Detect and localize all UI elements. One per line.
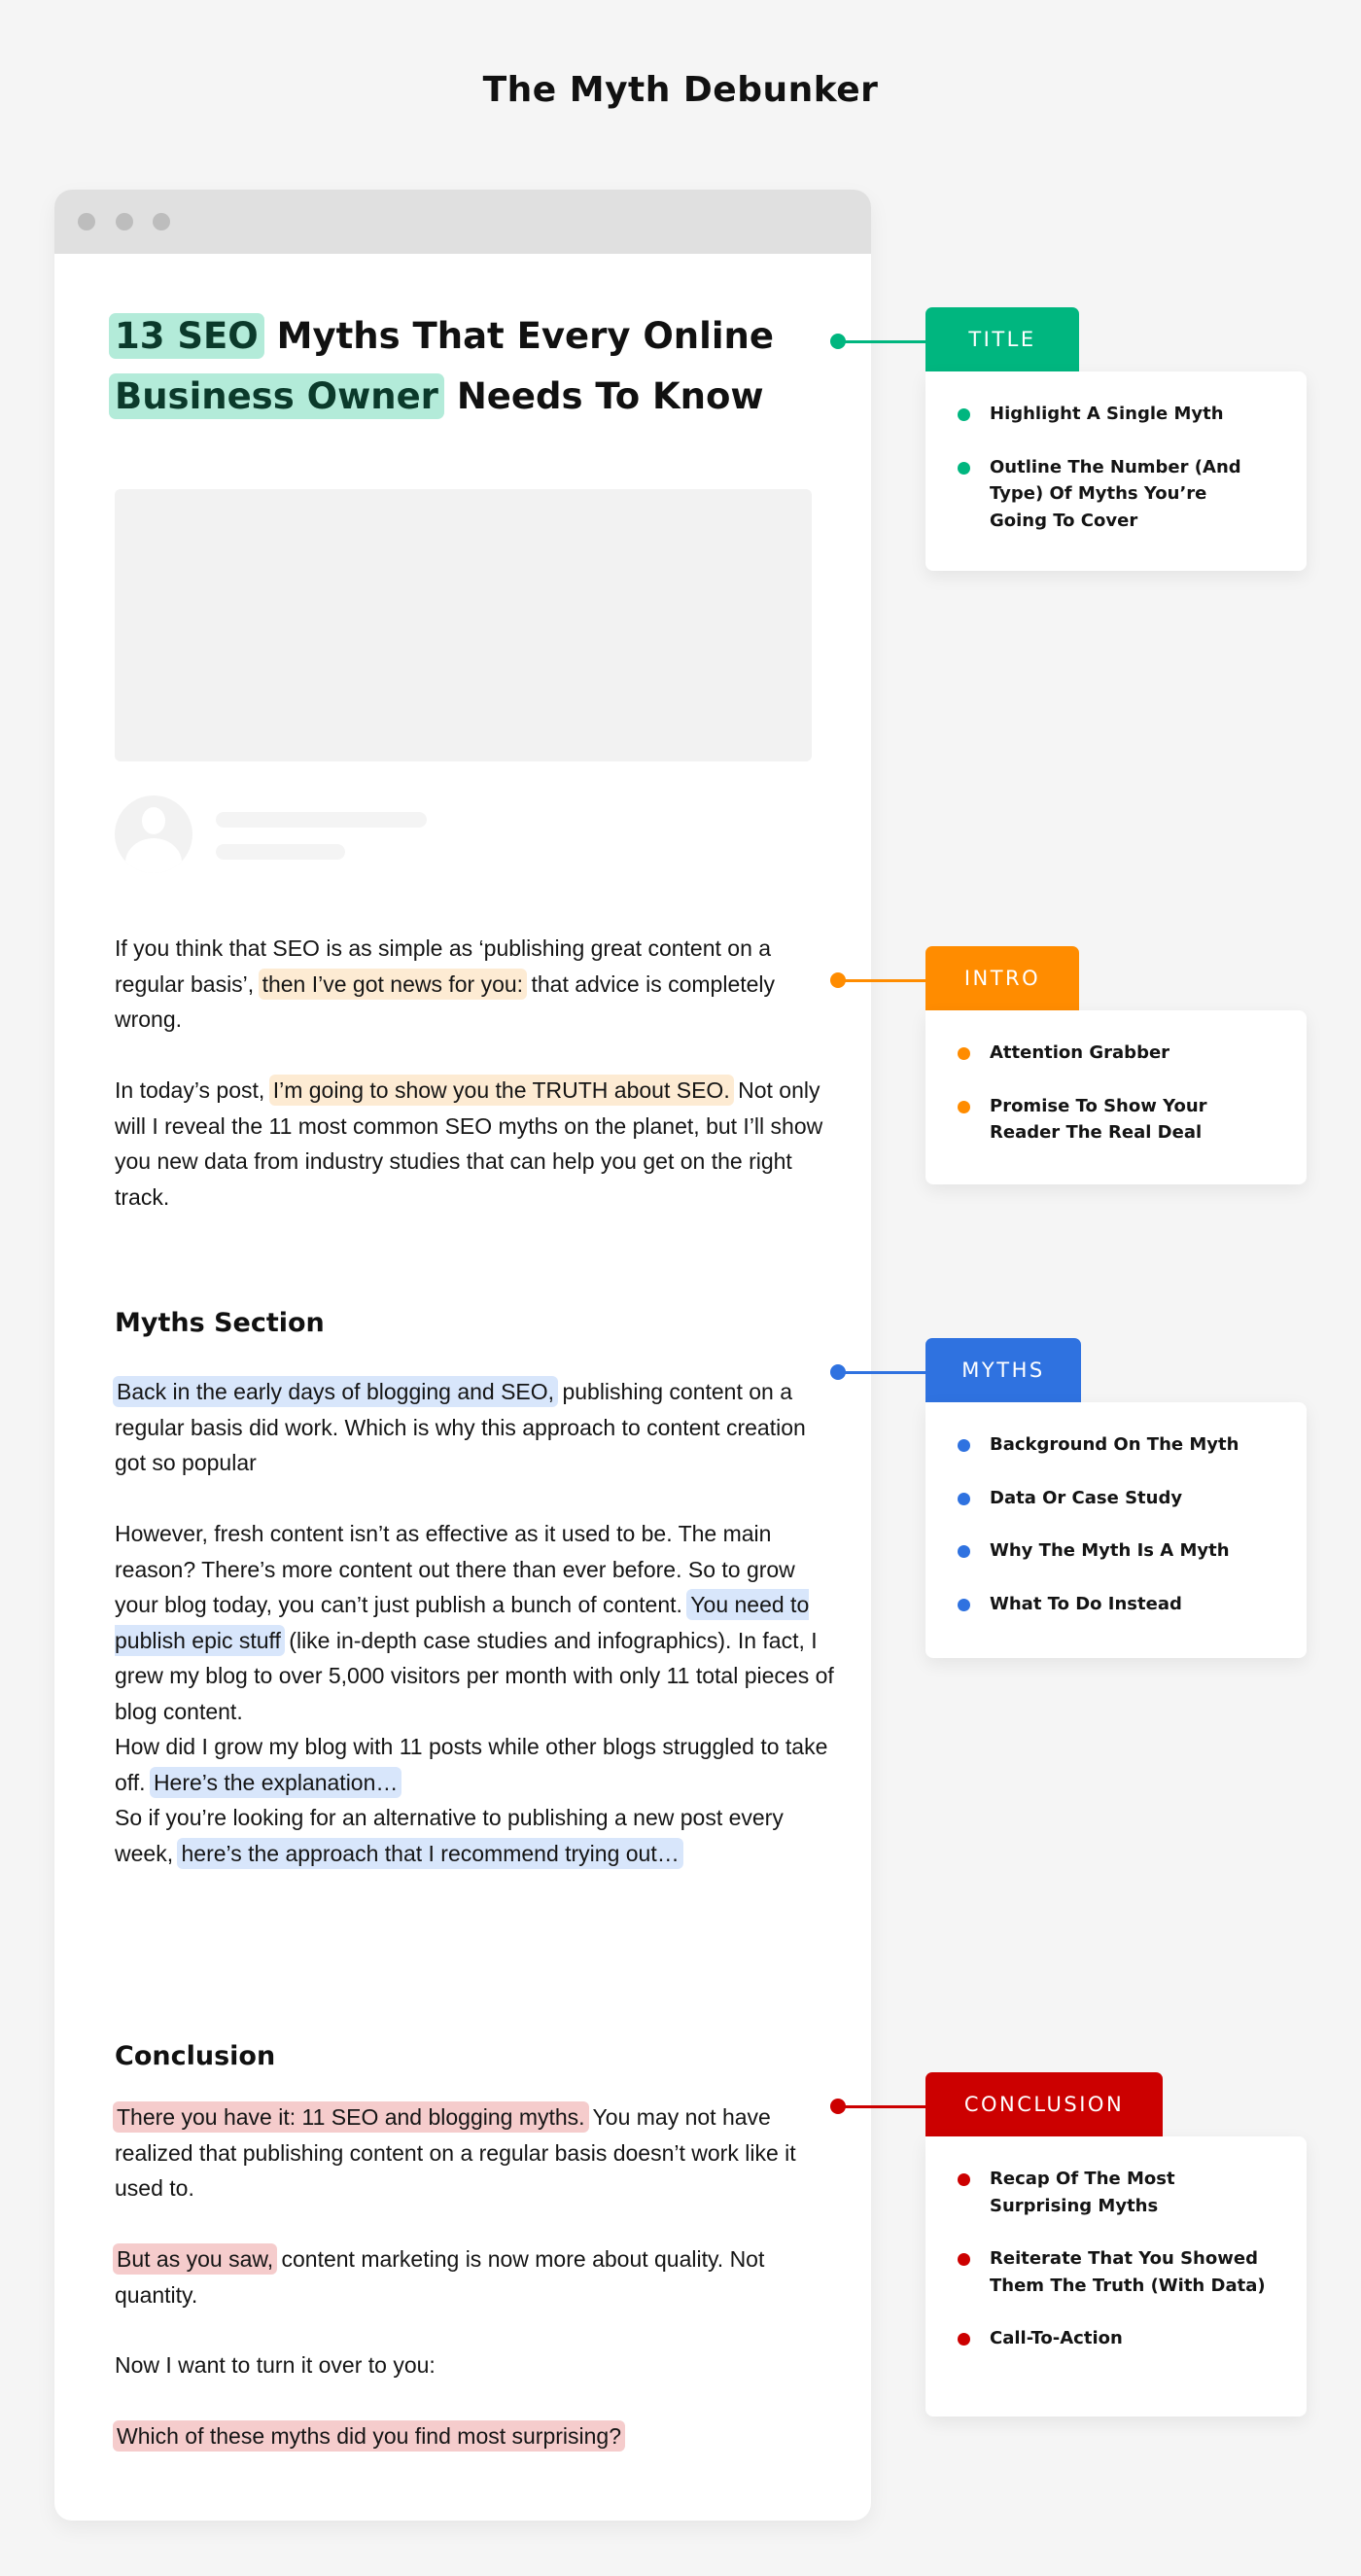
title-annotation-item: Outline The Number (And Type) Of Myths Y… [958,454,1287,535]
conclusion-highlight: Which of these myths did you find most s… [113,2420,626,2452]
myths-highlight: Here’s the explanation… [149,1766,402,1798]
bullet-icon [958,2253,970,2266]
intro-connector-line [838,979,925,982]
conclusion-highlight: But as you saw, [113,2243,278,2275]
conclusion-label-tab: CONCLUSION [925,2072,1163,2136]
myths-paragraph-1: Back in the early days of blogging and S… [113,1374,834,1481]
myths-label-tab: MYTHS [925,1338,1081,1402]
bullet-icon [958,1598,970,1611]
headline-text: Needs To Know [443,375,764,417]
conclusion-highlight: There you have it: 11 SEO and blogging m… [113,2101,589,2133]
conclusion-paragraph-1: There you have it: 11 SEO and blogging m… [113,2100,834,2206]
myths-annotation-item: Data Or Case Study [958,1485,1287,1512]
myths-paragraph-2: However, fresh content isn’t as effectiv… [115,1521,834,1724]
headline-highlight: 13 SEO [109,313,264,359]
window-dot-icon [116,213,133,230]
myths-annotation-item: Why The Myth Is A Myth [958,1537,1287,1565]
bullet-icon [958,408,970,421]
myths-paragraph-3: How did I grow my blog with 11 posts whi… [115,1729,834,1800]
article-headline: 13 SEO Myths That Every Online Business O… [109,306,789,427]
bullet-icon [958,1439,970,1452]
bullet-icon [958,2333,970,2346]
bullet-icon [958,1545,970,1558]
myths-annotation-item: Background On The Myth [958,1431,1287,1459]
bullet-icon [958,461,970,475]
myths-connector-line [838,1371,925,1374]
title-connector-line [838,340,925,343]
window-dot-icon [153,213,170,230]
intro-annotation-card: Attention Grabber Promise To Show Your R… [925,1010,1307,1184]
intro-highlight: I’m going to show you the TRUTH about SE… [268,1075,734,1106]
myths-annotation-item: What To Do Instead [958,1591,1287,1618]
myths-highlight: here’s the approach that I recommend try… [177,1837,683,1869]
myths-section-heading: Myths Section [115,1308,325,1338]
intro-annotation-item: Attention Grabber [958,1040,1287,1067]
conclusion-paragraph-2: But as you saw, content marketing is now… [113,2241,834,2312]
browser-titlebar [54,190,871,254]
conclusion-annotation-item: Reiterate That You Showed Them The Truth… [958,2245,1287,2299]
intro-paragraph-2: In today’s post, I’m going to show you t… [115,1073,834,1215]
browser-window: 13 SEO Myths That Every Online Business O… [54,190,871,2521]
conclusion-paragraph-4: Which of these myths did you find most s… [113,2418,834,2454]
title-annotation-card: Highlight A Single Myth Outline The Numb… [925,371,1307,571]
intro-paragraph-1: If you think that SEO is as simple as ‘p… [115,935,776,1032]
myths-paragraph-4: So if you’re looking for an alternative … [115,1800,834,1871]
headline-text: Myths That Every Online [263,315,774,357]
author-avatar-icon [115,795,192,873]
bullet-icon [958,2173,970,2186]
conclusion-paragraph-3: Now I want to turn it over to you: [115,2352,436,2378]
intro-highlight: then I’ve got news for you: [258,968,528,1000]
conclusion-annotation-item: Recap Of The Most Surprising Myths [958,2166,1287,2219]
title-annotation-item: Highlight A Single Myth [958,401,1287,428]
myths-highlight: Back in the early days of blogging and S… [113,1376,559,1407]
conclusion-annotation-item: Call-To-Action [958,2325,1287,2352]
intro-label-tab: INTRO [925,946,1079,1010]
bullet-icon [958,1047,970,1060]
title-label-tab: TITLE [925,307,1079,371]
page-title: The Myth Debunker [482,70,879,110]
bullet-icon [958,1492,970,1505]
headline-highlight: Business Owner [109,373,444,419]
conclusion-heading: Conclusion [115,2041,276,2071]
conclusion-connector-line [838,2105,925,2108]
featured-image-placeholder [115,489,812,761]
intro-annotation-item: Promise To Show Your Reader The Real Dea… [958,1093,1287,1147]
conclusion-annotation-card: Recap Of The Most Surprising Myths Reite… [925,2136,1307,2417]
author-meta-placeholder [216,844,345,860]
author-name-placeholder [216,812,427,828]
window-dot-icon [78,213,95,230]
myths-annotation-card: Background On The Myth Data Or Case Stud… [925,1402,1307,1658]
bullet-icon [958,1100,970,1113]
